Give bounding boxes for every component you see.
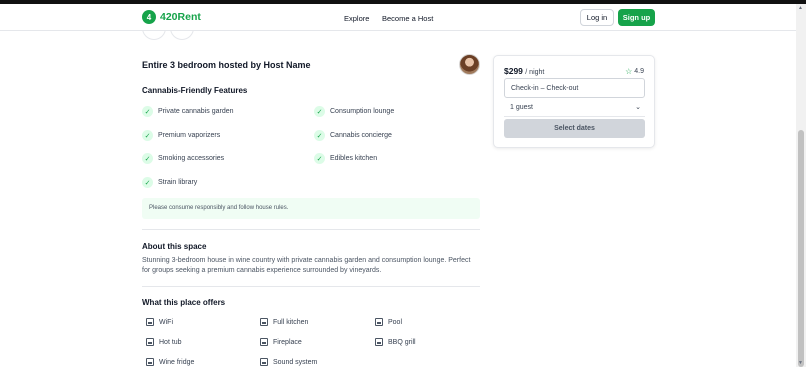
feature-label: Smoking accessories bbox=[158, 155, 225, 162]
scroll-up-icon[interactable]: ▲ bbox=[798, 5, 803, 11]
feature-label: Strain library bbox=[158, 179, 198, 186]
bbq-grill-icon bbox=[375, 338, 383, 346]
amenities-heading: What this place offers bbox=[142, 298, 226, 307]
scrollbar-thumb[interactable] bbox=[798, 130, 804, 367]
feature-item: ✓ Premium vaporizers bbox=[142, 130, 220, 141]
divider bbox=[142, 229, 480, 230]
star-icon: ☆ bbox=[625, 67, 633, 76]
check-icon: ✓ bbox=[314, 106, 325, 117]
check-icon: ✓ bbox=[314, 153, 325, 164]
feature-label: Cannabis concierge bbox=[330, 132, 392, 139]
sound-system-icon bbox=[260, 358, 268, 366]
guests-value: 1 guest bbox=[510, 104, 533, 111]
amenity-item: Full kitchen bbox=[260, 318, 308, 326]
price: $299 / night bbox=[504, 66, 544, 76]
nav-explore[interactable]: Explore bbox=[344, 14, 369, 23]
about-heading: About this space bbox=[142, 242, 207, 251]
scrollbar[interactable]: ▲ ▼ bbox=[796, 4, 806, 367]
site-header: 4 420Rent Explore Become a Host Log in S… bbox=[0, 4, 796, 31]
booking-card: $299 / night ☆ 4.9 Check-in – Check-out … bbox=[493, 55, 655, 148]
amenity-item: BBQ grill bbox=[375, 338, 416, 346]
amenity-item: WiFi bbox=[146, 318, 173, 326]
divider bbox=[142, 286, 480, 287]
amenity-label: Hot tub bbox=[159, 338, 182, 346]
chevron-down-icon: ⌄ bbox=[635, 104, 641, 111]
wifi-icon bbox=[146, 318, 154, 326]
about-description: Stunning 3-bedroom house in wine country… bbox=[142, 257, 471, 274]
feature-label: Private cannabis garden bbox=[158, 108, 234, 115]
amenity-item: Sound system bbox=[260, 358, 317, 366]
amenity-label: WiFi bbox=[159, 318, 173, 326]
feature-item: ✓ Strain library bbox=[142, 177, 197, 188]
rating: ☆ 4.9 bbox=[625, 67, 644, 76]
amenity-item: Wine fridge bbox=[146, 358, 194, 366]
feature-item: ✓ Cannabis concierge bbox=[314, 130, 392, 141]
price-value: $299 bbox=[504, 66, 523, 76]
wine-fridge-icon bbox=[146, 358, 154, 366]
dates-input[interactable]: Check-in – Check-out bbox=[504, 78, 645, 98]
amenity-item: Hot tub bbox=[146, 338, 182, 346]
feature-label: Premium vaporizers bbox=[158, 132, 221, 139]
logo-text: 420Rent bbox=[160, 11, 201, 23]
scroll-down-icon[interactable]: ▼ bbox=[798, 360, 803, 366]
check-icon: ✓ bbox=[142, 153, 153, 164]
amenity-label: Sound system bbox=[273, 358, 318, 366]
kitchen-icon bbox=[260, 318, 268, 326]
host-avatar[interactable] bbox=[459, 54, 480, 75]
select-dates-button[interactable]: Select dates bbox=[504, 119, 645, 138]
fireplace-icon bbox=[260, 338, 268, 346]
signup-button[interactable]: Sign up bbox=[618, 9, 655, 26]
listing-title: Entire 3 bedroom hosted by Host Name bbox=[142, 60, 311, 70]
guests-select[interactable]: 1 guest ⌄ bbox=[504, 101, 645, 117]
feature-label: Consumption lounge bbox=[330, 108, 395, 115]
amenity-label: Full kitchen bbox=[273, 318, 309, 326]
price-unit: / night bbox=[525, 69, 545, 76]
logo-icon: 4 bbox=[142, 10, 156, 24]
check-icon: ✓ bbox=[142, 177, 153, 188]
logo[interactable]: 4 420Rent bbox=[142, 10, 201, 24]
check-icon: ✓ bbox=[314, 130, 325, 141]
feature-item: ✓ Private cannabis garden bbox=[142, 106, 234, 117]
amenity-label: Fireplace bbox=[273, 338, 302, 346]
amenity-label: Wine fridge bbox=[159, 358, 195, 366]
feature-item: ✓ Smoking accessories bbox=[142, 153, 224, 164]
feature-label: Edibles kitchen bbox=[330, 155, 378, 162]
pool-icon bbox=[375, 318, 383, 326]
login-button[interactable]: Log in bbox=[580, 9, 614, 26]
amenity-label: BBQ grill bbox=[388, 338, 416, 346]
feature-item: ✓ Consumption lounge bbox=[314, 106, 394, 117]
house-rules-notice: Please consume responsibly and follow ho… bbox=[142, 198, 480, 219]
check-icon: ✓ bbox=[142, 130, 153, 141]
nav-become-host[interactable]: Become a Host bbox=[382, 14, 433, 23]
amenity-item: Pool bbox=[375, 318, 402, 326]
rating-value: 4.9 bbox=[634, 68, 644, 75]
amenity-label: Pool bbox=[388, 318, 403, 326]
feature-item: ✓ Edibles kitchen bbox=[314, 153, 377, 164]
features-heading: Cannabis-Friendly Features bbox=[142, 86, 248, 95]
check-icon: ✓ bbox=[142, 106, 153, 117]
hot-tub-icon bbox=[146, 338, 154, 346]
amenity-item: Fireplace bbox=[260, 338, 302, 346]
